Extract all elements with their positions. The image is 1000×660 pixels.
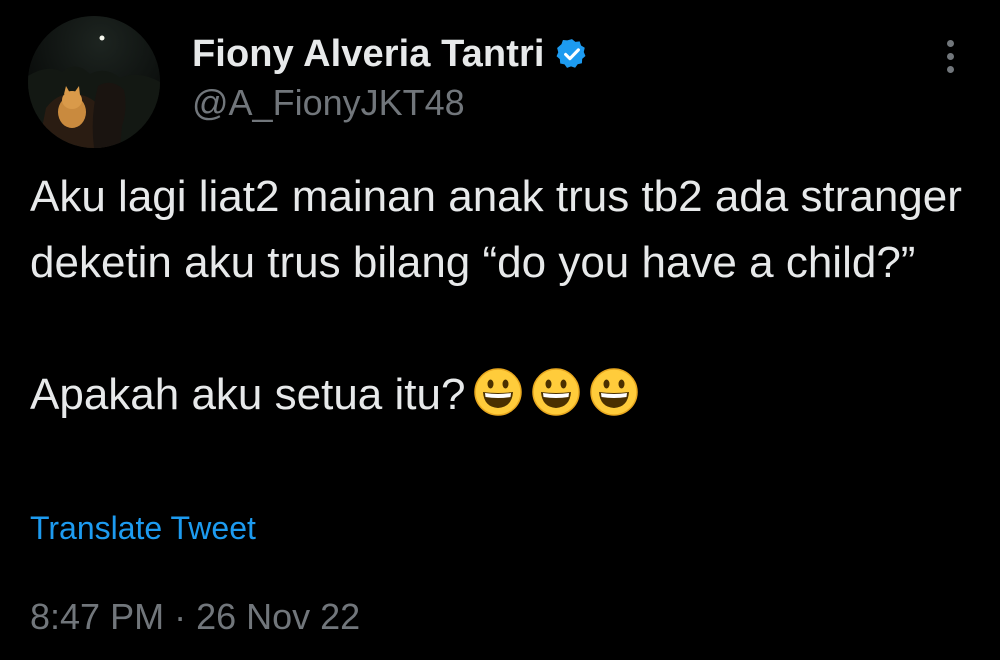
grinning-face-emoji-icon xyxy=(473,367,523,417)
author-name-row: Fiony Alveria Tantri xyxy=(192,30,589,78)
more-options-icon[interactable] xyxy=(932,38,968,74)
timestamp-separator: · xyxy=(174,596,187,637)
tweet-text: Aku lagi liat2 mainan anak trus tb2 ada … xyxy=(30,164,980,428)
translate-tweet-link[interactable]: Translate Tweet xyxy=(30,510,256,547)
author-handle[interactable]: @A_FionyJKT48 xyxy=(192,82,465,124)
tweet-paragraph-text: Apakah aku setua itu? xyxy=(30,370,466,419)
tweet-card: Fiony Alveria Tantri @A_FionyJKT48 Aku l… xyxy=(0,0,1000,660)
tweet-date: 26 Nov 22 xyxy=(196,596,361,637)
tweet-time: 8:47 PM xyxy=(30,596,165,637)
more-dot xyxy=(946,52,954,60)
tweet-paragraph: Apakah aku setua itu? xyxy=(30,362,980,428)
tweet-timestamp[interactable]: 8:47 PM · 26 Nov 22 xyxy=(30,596,360,638)
author-avatar[interactable] xyxy=(28,16,160,148)
grinning-face-emoji-icon xyxy=(589,367,639,417)
emoji-group xyxy=(473,367,639,417)
avatar-photo xyxy=(28,16,160,148)
grinning-face-emoji-icon xyxy=(531,367,581,417)
more-dot xyxy=(946,39,954,47)
verified-badge-icon[interactable] xyxy=(555,37,589,71)
author-display-name[interactable]: Fiony Alveria Tantri xyxy=(192,33,545,76)
tweet-paragraph: Aku lagi liat2 mainan anak trus tb2 ada … xyxy=(30,172,962,287)
more-dot xyxy=(946,65,954,73)
